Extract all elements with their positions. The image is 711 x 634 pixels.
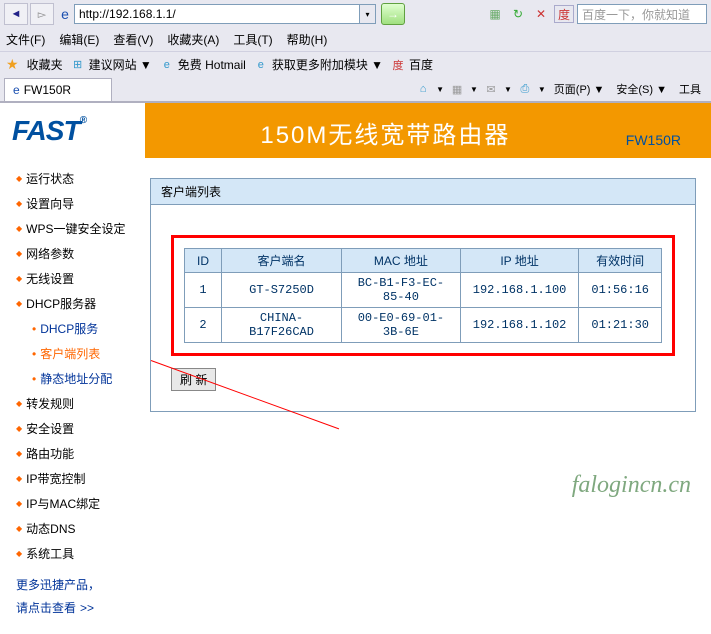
table-row: 1 GT-S7250D BC-B1-F3-EC-85-40 192.168.1.… — [185, 273, 662, 308]
search-engine-icon[interactable]: 度 — [554, 5, 574, 23]
address-bar-wrap: e ▾ — [56, 4, 376, 24]
sidebar-item-ipmac[interactable]: IP与MAC绑定 — [0, 491, 135, 516]
sidebar-item-dhcp[interactable]: DHCP服务器 — [0, 291, 135, 316]
highlight-box: ID 客户端名 MAC 地址 IP 地址 有效时间 1 GT-S7250D BC… — [171, 235, 675, 356]
sidebar-item-forwarding[interactable]: 转发规则 — [0, 391, 135, 416]
main-area: 运行状态 设置向导 WPS一键安全设定 网络参数 无线设置 DHCP服务器 DH… — [0, 158, 711, 634]
menu-edit[interactable]: 编辑(E) — [59, 31, 99, 48]
th-ip: IP 地址 — [460, 249, 579, 273]
address-bar[interactable] — [74, 4, 360, 24]
browser-chrome: ◄ ▻ e ▾ → ▦ ↻ ✕ 度 文件(F) 编辑(E) 查看(V) 收藏夹(… — [0, 0, 711, 103]
refresh-button[interactable]: 刷 新 — [171, 368, 216, 391]
tab-title: FW150R — [24, 83, 71, 97]
sidebar-item-wps[interactable]: WPS一键安全设定 — [0, 216, 135, 241]
favorites-bar: ★ 收藏夹 ⊞建议网站 ▼ e免费 Hotmail e获取更多附加模块 ▼ 度百… — [0, 51, 711, 77]
cell-id: 2 — [185, 308, 222, 343]
panel-title: 客户端列表 — [151, 179, 695, 205]
sidebar-item-systools[interactable]: 系统工具 — [0, 541, 135, 566]
cell-id: 1 — [185, 273, 222, 308]
fav-baidu[interactable]: 度百度 — [391, 56, 433, 73]
sidebar-item-status[interactable]: 运行状态 — [0, 166, 135, 191]
sidebar-item-security[interactable]: 安全设置 — [0, 416, 135, 441]
feed-icon[interactable]: ▦ — [448, 81, 466, 97]
safety-menu[interactable]: 安全(S) ▼ — [612, 79, 671, 99]
back-button[interactable]: ◄ — [4, 3, 28, 25]
sidebar: 运行状态 设置向导 WPS一键安全设定 网络参数 无线设置 DHCP服务器 DH… — [0, 158, 135, 634]
sidebar-more-link[interactable]: 请点击查看>> — [0, 597, 135, 626]
sidebar-item-ddns[interactable]: 动态DNS — [0, 516, 135, 541]
fav-suggested-sites[interactable]: ⊞建议网站 ▼ — [71, 56, 152, 73]
logo-area: FAST® — [0, 103, 145, 158]
sidebar-sub-static-assign[interactable]: 静态地址分配 — [0, 366, 135, 391]
watermark: falogincn.cn — [572, 472, 691, 499]
annotation-line — [151, 360, 339, 429]
home-icon[interactable]: ⌂ — [414, 81, 432, 97]
sidebar-sub-client-list[interactable]: 客户端列表 — [0, 341, 135, 366]
sidebar-item-routing[interactable]: 路由功能 — [0, 441, 135, 466]
tools-menu[interactable]: 工具 — [675, 79, 705, 99]
cell-time: 01:56:16 — [579, 273, 662, 308]
page-icon: e — [56, 5, 74, 23]
favorites-label: 收藏夹 — [27, 56, 63, 73]
fav-addons[interactable]: e获取更多附加模块 ▼ — [254, 56, 383, 73]
client-list-panel: 客户端列表 ID 客户端名 MAC 地址 IP 地址 有效时间 1 GT — [150, 178, 696, 412]
cell-time: 01:21:30 — [579, 308, 662, 343]
favorites-star-icon[interactable]: ★ — [6, 56, 19, 73]
th-mac: MAC 地址 — [342, 249, 461, 273]
table-header-row: ID 客户端名 MAC 地址 IP 地址 有效时间 — [185, 249, 662, 273]
menu-bar: 文件(F) 编辑(E) 查看(V) 收藏夹(A) 工具(T) 帮助(H) — [0, 28, 711, 51]
brand-logo: FAST® — [12, 115, 86, 147]
cell-ip: 192.168.1.102 — [460, 308, 579, 343]
menu-help[interactable]: 帮助(H) — [287, 31, 328, 48]
stop-icon[interactable]: ✕ — [531, 5, 551, 23]
sidebar-item-wireless[interactable]: 无线设置 — [0, 266, 135, 291]
th-id: ID — [185, 249, 222, 273]
search-input[interactable] — [577, 4, 707, 24]
url-dropdown[interactable]: ▾ — [360, 4, 376, 24]
fav-hotmail[interactable]: e免费 Hotmail — [160, 56, 246, 73]
banner-title: 150M无线宽带路由器 — [145, 115, 626, 158]
menu-view[interactable]: 查看(V) — [113, 31, 153, 48]
cell-ip: 192.168.1.100 — [460, 273, 579, 308]
content-area: 客户端列表 ID 客户端名 MAC 地址 IP 地址 有效时间 1 GT — [135, 158, 711, 634]
table-row: 2 CHINA-B17F26CAD 00-E0-69-01-3B-6E 192.… — [185, 308, 662, 343]
panel-body: ID 客户端名 MAC 地址 IP 地址 有效时间 1 GT-S7250D BC… — [151, 205, 695, 411]
tab-bar: e FW150R ⌂▼ ▦▼ ✉▼ ⎙▼ 页面(P) ▼ 安全(S) ▼ 工具 — [0, 77, 711, 102]
menu-tools[interactable]: 工具(T) — [233, 31, 272, 48]
nav-row: ◄ ▻ e ▾ → ▦ ↻ ✕ 度 — [0, 0, 711, 28]
sidebar-item-network[interactable]: 网络参数 — [0, 241, 135, 266]
product-banner: FAST® 150M无线宽带路由器 FW150R — [0, 103, 711, 158]
go-button[interactable]: → — [381, 3, 405, 25]
print-icon[interactable]: ⎙ — [516, 81, 534, 97]
menu-favorites[interactable]: 收藏夹(A) — [167, 31, 219, 48]
sidebar-item-qos[interactable]: IP带宽控制 — [0, 466, 135, 491]
th-time: 有效时间 — [579, 249, 662, 273]
banner-model: FW150R — [626, 132, 711, 158]
menu-file[interactable]: 文件(F) — [6, 31, 45, 48]
compat-view-icon[interactable]: ▦ — [485, 5, 505, 23]
cell-mac: 00-E0-69-01-3B-6E — [342, 308, 461, 343]
cell-name: GT-S7250D — [222, 273, 342, 308]
page-tools: ⌂▼ ▦▼ ✉▼ ⎙▼ 页面(P) ▼ 安全(S) ▼ 工具 — [412, 77, 707, 101]
cell-mac: BC-B1-F3-EC-85-40 — [342, 273, 461, 308]
refresh-icon[interactable]: ↻ — [508, 5, 528, 23]
sidebar-item-wizard[interactable]: 设置向导 — [0, 191, 135, 216]
toolbar-right: ▦ ↻ ✕ 度 — [485, 4, 707, 24]
forward-button[interactable]: ▻ — [30, 3, 54, 25]
mail-icon[interactable]: ✉ — [482, 81, 500, 97]
th-name: 客户端名 — [222, 249, 342, 273]
cell-name: CHINA-B17F26CAD — [222, 308, 342, 343]
tab-page-icon: e — [13, 83, 20, 97]
sidebar-sub-dhcp-service[interactable]: DHCP服务 — [0, 316, 135, 341]
tab-fw150r[interactable]: e FW150R — [4, 78, 112, 101]
client-table: ID 客户端名 MAC 地址 IP 地址 有效时间 1 GT-S7250D BC… — [184, 248, 662, 343]
page-menu[interactable]: 页面(P) ▼ — [550, 79, 609, 99]
sidebar-more-line1: 更多迅捷产品， — [0, 566, 135, 597]
